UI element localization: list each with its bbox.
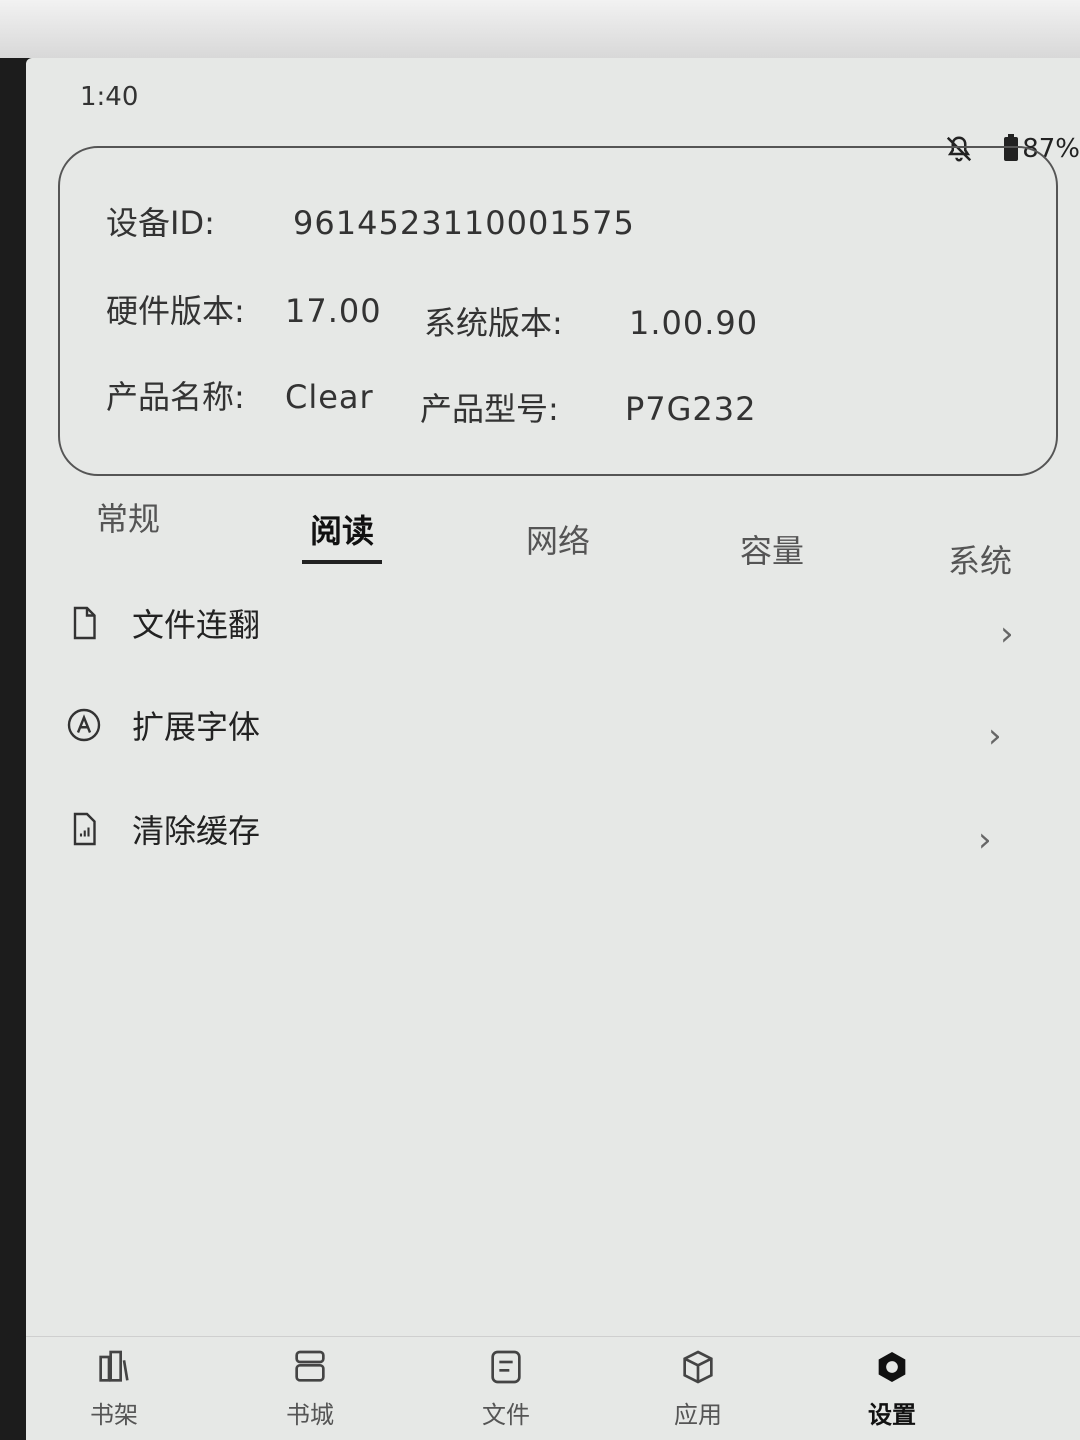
hardware-version-row: 硬件版本: 17.00: [106, 286, 382, 332]
nav-label: 书城: [286, 1401, 334, 1429]
setting-item-label: 清除缓存: [132, 812, 261, 850]
chevron-right-icon: ›: [978, 820, 992, 860]
nav-bookstore[interactable]: 书城: [250, 1347, 370, 1430]
nav-label: 文件: [482, 1401, 530, 1429]
nav-label: 应用: [674, 1401, 722, 1429]
nav-apps[interactable]: 应用: [638, 1347, 758, 1430]
device-bezel: [0, 0, 1080, 58]
system-version-value: 1.00.90: [628, 304, 759, 342]
device-id-row: 设备ID: 9614523110001575: [106, 198, 635, 244]
nav-bookshelf[interactable]: 书架: [54, 1347, 174, 1430]
tab-general[interactable]: 常规: [96, 494, 160, 540]
product-name-label: 产品名称:: [106, 378, 245, 416]
tab-storage[interactable]: 容量: [740, 526, 804, 572]
font-icon: [67, 708, 101, 742]
chevron-right-icon: ›: [988, 716, 1002, 756]
files-icon: [491, 1350, 521, 1384]
status-time: 1:40: [80, 82, 139, 112]
device-info-card: 设备ID: 9614523110001575 硬件版本: 17.00 系统版本:…: [58, 146, 1058, 476]
system-version-label: 系统版本:: [424, 304, 563, 342]
screen: 1:40 87% 设备ID: 9614523110001575 硬件版本: 17…: [26, 58, 1080, 1440]
file-icon: [73, 606, 96, 640]
apps-icon: [683, 1350, 713, 1384]
tab-network[interactable]: 网络: [526, 516, 590, 562]
nav-files[interactable]: 文件: [446, 1347, 566, 1430]
product-model-label: 产品型号:: [420, 390, 559, 428]
setting-item-label: 文件连翻: [132, 606, 261, 644]
bookstore-icon: [295, 1350, 325, 1382]
product-model-value: P7G232: [624, 390, 757, 428]
tab-reading[interactable]: 阅读: [310, 506, 374, 552]
setting-item-clear-cache[interactable]: 清除缓存 ›: [26, 784, 1080, 874]
hardware-version-label: 硬件版本:: [106, 292, 245, 330]
system-version-row: 系统版本: 1.00.90: [424, 298, 758, 344]
setting-item-file-continuous[interactable]: 文件连翻 ›: [26, 578, 1080, 668]
chevron-right-icon: ›: [1000, 614, 1014, 654]
tab-system[interactable]: 系统: [948, 536, 1012, 582]
setting-item-extend-font[interactable]: 扩展字体 ›: [26, 680, 1080, 770]
settings-icon: [878, 1352, 906, 1382]
active-tab-underline: [302, 560, 382, 564]
hardware-version-value: 17.00: [284, 292, 382, 330]
device-id-value: 9614523110001575: [293, 204, 635, 242]
nav-label: 书架: [90, 1401, 138, 1429]
product-model-row: 产品型号: P7G232: [420, 384, 757, 430]
settings-tabs: 常规 阅读 网络 容量 系统: [26, 478, 1080, 588]
bottom-navigation: 书架 书城 文件 应用 设置: [26, 1336, 1080, 1440]
device-id-label: 设备ID:: [106, 204, 215, 242]
cache-icon: [73, 812, 96, 846]
nav-settings[interactable]: 设置: [832, 1347, 952, 1430]
nav-label: 设置: [868, 1401, 916, 1429]
product-name-value: Clear: [284, 378, 374, 416]
setting-item-label: 扩展字体: [132, 708, 261, 746]
product-name-row: 产品名称: Clear: [106, 372, 374, 418]
bookshelf-icon: [99, 1350, 129, 1382]
